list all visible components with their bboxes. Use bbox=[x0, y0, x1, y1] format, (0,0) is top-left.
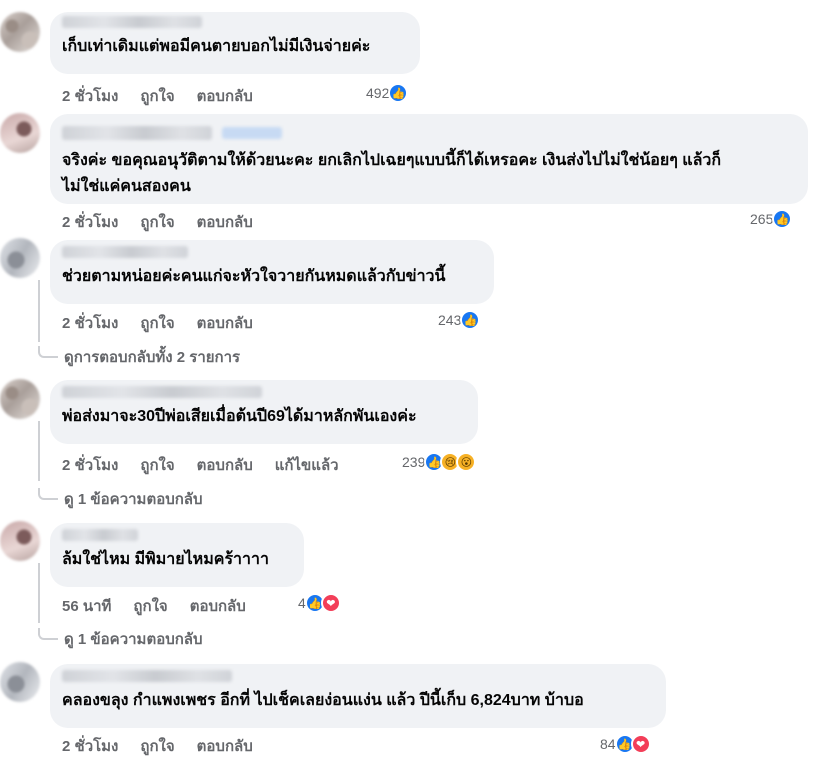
comment-text: ล้มใช่ไหม มีพิมายไหมคร้าาาา bbox=[62, 551, 269, 568]
reply-button[interactable]: ตอบกลับ bbox=[197, 734, 253, 758]
reply-button[interactable]: ตอบกลับ bbox=[197, 453, 253, 477]
like-button[interactable]: ถูกใจ bbox=[133, 594, 167, 618]
commenter-name-redacted[interactable] bbox=[62, 246, 188, 258]
like-button[interactable]: ถูกใจ bbox=[140, 210, 174, 234]
commenter-name-redacted[interactable] bbox=[62, 126, 212, 140]
like-button[interactable]: ถูกใจ bbox=[140, 311, 174, 335]
comment-bubble: คลองขลุง กำแพงเพชร อีกที่ ไปเช็คเลยง่อนแ… bbox=[50, 664, 666, 728]
reaction-summary[interactable]: 239 👍 😢 😮 bbox=[402, 452, 477, 472]
like-reaction-icon: 👍 bbox=[388, 83, 409, 103]
view-replies-label[interactable]: ดูการตอบกลับทั้ง 2 รายการ bbox=[64, 345, 240, 369]
reply-thread-line bbox=[38, 421, 40, 481]
reply-thread-line bbox=[38, 563, 40, 623]
edited-label: แก้ไขแล้ว bbox=[274, 457, 339, 474]
reply-thread-line bbox=[38, 280, 40, 342]
commenter-badge-redacted bbox=[222, 127, 282, 139]
reply-button[interactable]: ตอบกลับ bbox=[190, 594, 246, 618]
comment-text-line-2: ไม่ใช่แค่คนสองคน bbox=[62, 178, 191, 195]
comment-bubble: จริงค่ะ ขอคุณอนุวัติตามให้ด้วยนะคะ ยกเลิ… bbox=[50, 114, 808, 204]
like-button[interactable]: ถูกใจ bbox=[140, 734, 174, 758]
reaction-summary[interactable]: 243 👍 bbox=[438, 310, 481, 330]
reaction-summary[interactable]: 4 👍 ❤ bbox=[298, 593, 341, 613]
avatar[interactable] bbox=[0, 12, 40, 52]
comment-bubble: เก็บเท่าเดิมแต่พอมีคนตายบอกไม่มีเงินจ่าย… bbox=[50, 12, 420, 74]
comment-actions: 2 ชั่วโมง ถูกใจ ตอบกลับ bbox=[62, 84, 253, 108]
view-replies-link[interactable]: ดูการตอบกลับทั้ง 2 รายการ bbox=[38, 345, 240, 369]
commenter-name-redacted[interactable] bbox=[62, 670, 232, 682]
view-replies-link[interactable]: ดู 1 ข้อความตอบกลับ bbox=[38, 487, 203, 511]
comment-text-line-1: จริงค่ะ ขอคุณอนุวัติตามให้ด้วยนะคะ ยกเลิ… bbox=[62, 152, 722, 169]
view-replies-link[interactable]: ดู 1 ข้อความตอบกลับ bbox=[38, 627, 203, 651]
reply-connector bbox=[38, 628, 58, 640]
timestamp[interactable]: 2 ชั่วโมง bbox=[62, 210, 118, 234]
like-button[interactable]: ถูกใจ bbox=[140, 453, 174, 477]
comment-text: ช่วยตามหน่อยค่ะคนแก่จะหัวใจวายกันหมดแล้ว… bbox=[62, 268, 446, 285]
commenter-name-redacted[interactable] bbox=[62, 529, 138, 541]
comment-actions: 56 นาที ถูกใจ ตอบกลับ bbox=[62, 594, 246, 618]
reaction-summary[interactable]: 84 👍 ❤ bbox=[600, 734, 651, 754]
like-button[interactable]: ถูกใจ bbox=[140, 84, 174, 108]
comment-text: เก็บเท่าเดิมแต่พอมีคนตายบอกไม่มีเงินจ่าย… bbox=[62, 38, 371, 55]
reaction-summary[interactable]: 492 👍 bbox=[366, 83, 409, 103]
comment-bubble: ล้มใช่ไหม มีพิมายไหมคร้าาาา bbox=[50, 523, 304, 587]
reply-button[interactable]: ตอบกลับ bbox=[197, 311, 253, 335]
avatar[interactable] bbox=[0, 521, 40, 561]
reply-button[interactable]: ตอบกลับ bbox=[197, 84, 253, 108]
view-replies-label[interactable]: ดู 1 ข้อความตอบกลับ bbox=[64, 487, 203, 511]
comment-actions: 2 ชั่วโมง ถูกใจ ตอบกลับ แก้ไขแล้ว bbox=[62, 453, 339, 477]
reply-connector bbox=[38, 488, 58, 500]
comment-bubble: ช่วยตามหน่อยค่ะคนแก่จะหัวใจวายกันหมดแล้ว… bbox=[50, 240, 494, 304]
love-reaction-icon: ❤ bbox=[630, 734, 651, 754]
avatar[interactable] bbox=[0, 238, 40, 278]
comment-actions: 2 ชั่วโมง ถูกใจ ตอบกลับ bbox=[62, 210, 253, 234]
view-replies-label[interactable]: ดู 1 ข้อความตอบกลับ bbox=[64, 627, 203, 651]
reaction-summary[interactable]: 265 👍 bbox=[750, 209, 793, 229]
avatar[interactable] bbox=[0, 662, 40, 702]
comment-bubble: พ่อส่งมาจะ30ปีพ่อเสียเมื่อต้นปี69ได้มาหล… bbox=[50, 380, 478, 444]
reaction-count: 243 bbox=[438, 312, 462, 328]
avatar[interactable] bbox=[0, 379, 40, 419]
wow-reaction-icon: 😮 bbox=[456, 452, 477, 472]
timestamp[interactable]: 2 ชั่วโมง bbox=[62, 84, 118, 108]
timestamp[interactable]: 2 ชั่วโมง bbox=[62, 453, 118, 477]
commenter-name-redacted[interactable] bbox=[62, 16, 202, 28]
reply-connector bbox=[38, 346, 58, 358]
like-reaction-icon: 👍 bbox=[772, 209, 793, 229]
reaction-count: 239 bbox=[402, 454, 426, 470]
avatar[interactable] bbox=[0, 113, 40, 153]
like-reaction-icon: 👍 bbox=[460, 310, 481, 330]
comment-text: พ่อส่งมาจะ30ปีพ่อเสียเมื่อต้นปี69ได้มาหล… bbox=[62, 408, 417, 425]
timestamp[interactable]: 56 นาที bbox=[62, 594, 111, 618]
reaction-count: 492 bbox=[366, 85, 390, 101]
comment-actions: 2 ชั่วโมง ถูกใจ ตอบกลับ bbox=[62, 734, 253, 758]
reaction-count: 265 bbox=[750, 211, 774, 227]
reaction-count: 84 bbox=[600, 736, 616, 752]
comment-actions: 2 ชั่วโมง ถูกใจ ตอบกลับ bbox=[62, 311, 253, 335]
comment-text: คลองขลุง กำแพงเพชร อีกที่ ไปเช็คเลยง่อนแ… bbox=[62, 692, 584, 709]
commenter-name-redacted[interactable] bbox=[62, 386, 262, 398]
reply-button[interactable]: ตอบกลับ bbox=[197, 210, 253, 234]
timestamp[interactable]: 2 ชั่วโมง bbox=[62, 311, 118, 335]
love-reaction-icon: ❤ bbox=[320, 593, 341, 613]
timestamp[interactable]: 2 ชั่วโมง bbox=[62, 734, 118, 758]
